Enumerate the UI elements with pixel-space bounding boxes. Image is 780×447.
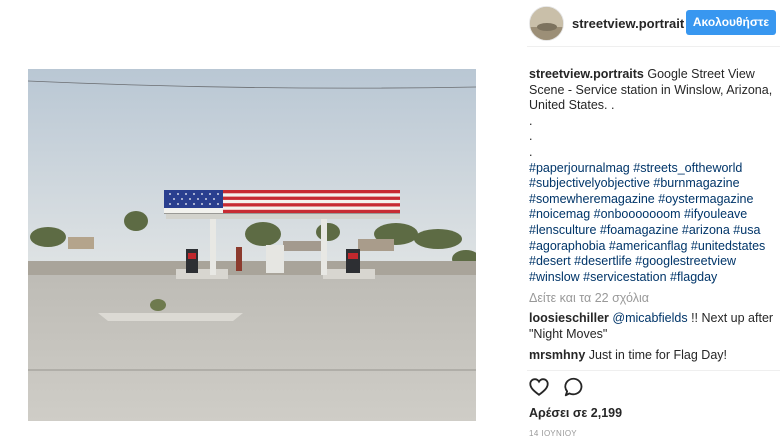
avatar[interactable]	[529, 6, 564, 41]
hashtag-line[interactable]: #lensculture #foamagazine #arizona #usa	[529, 223, 760, 237]
view-all-comments-link[interactable]: Δείτε και τα 22 σχόλια	[529, 291, 774, 306]
likes-count[interactable]: Αρέσει σε 2,199	[529, 406, 622, 420]
hashtag-line[interactable]: #paperjournalmag #streets_oftheworld	[529, 161, 742, 175]
caption-dot: .	[529, 129, 533, 144]
follow-button[interactable]: Ακολουθήστε	[686, 10, 776, 35]
hashtag-line[interactable]: #somewheremagazine #oystermagazine	[529, 192, 753, 206]
comment-text: Just in time for Flag Day!	[585, 347, 727, 362]
comment-author[interactable]: mrsmhny	[529, 348, 585, 362]
hashtag-line[interactable]: #subjectivelyobjective #burnmagazine	[529, 176, 740, 190]
comment-author[interactable]: loosieschiller	[529, 311, 609, 325]
heart-icon[interactable]	[528, 376, 550, 398]
hashtag-line[interactable]: #noicemag #onbooooooom #ifyouleave	[529, 207, 747, 221]
comment-item: mrsmhny Just in time for Flag Day!	[529, 348, 774, 364]
hashtag-line[interactable]: #agoraphobia #americanflag #unitedstates	[529, 239, 765, 253]
comment-item: loosieschiller @micabfields !! Next up a…	[529, 311, 774, 342]
hashtag-line[interactable]: #winslow #servicestation #flagday	[529, 270, 717, 284]
caption-dots: . . .	[529, 114, 774, 161]
header-divider	[527, 46, 780, 47]
hashtag-list: #paperjournalmag #streets_oftheworld #su…	[529, 161, 774, 286]
post-photo[interactable]	[28, 69, 476, 421]
comment-mention[interactable]: @micabfields	[612, 311, 687, 325]
speech-bubble-icon[interactable]	[563, 376, 585, 398]
post-side-panel: streetview.portrait Ακολουθήστε streetvi…	[515, 0, 780, 447]
caption-author[interactable]: streetview.portraits	[529, 67, 644, 81]
caption-dot: .	[529, 144, 533, 159]
avatar-image	[530, 7, 563, 40]
header-username[interactable]: streetview.portrait	[572, 16, 684, 31]
hashtag-line[interactable]: #desert #desertlife #googlestreetview	[529, 254, 736, 268]
actions-divider	[527, 370, 780, 371]
gas-station-photo	[28, 69, 476, 421]
post-header: streetview.portrait Ακολουθήστε	[515, 0, 780, 47]
comments-section: streetview.portraits Google Street View …	[529, 67, 774, 363]
caption: streetview.portraits Google Street View …	[529, 67, 774, 114]
caption-dot: .	[529, 113, 533, 128]
media-pane	[0, 0, 515, 447]
post-timestamp[interactable]: 14 ΙΟΥΝΙΟΥ	[529, 429, 577, 438]
